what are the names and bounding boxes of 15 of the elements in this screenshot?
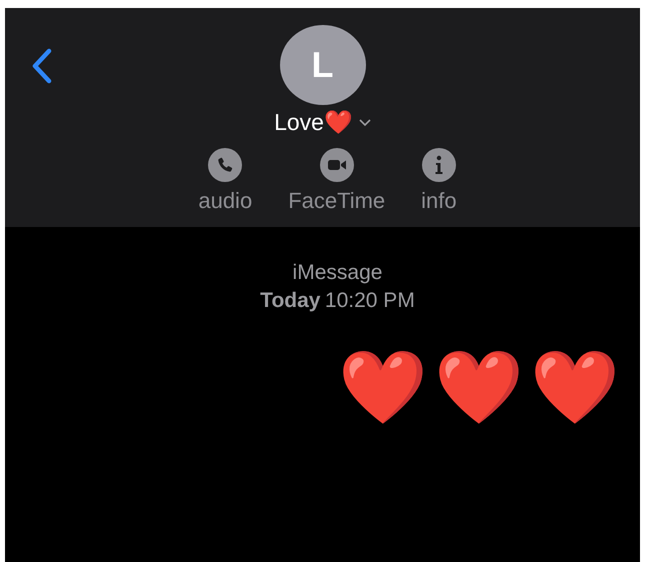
- contact-action-button[interactable]: audio: [198, 148, 252, 214]
- contact-action-button[interactable]: FaceTime: [288, 148, 386, 214]
- contact-name[interactable]: Love❤: [274, 109, 353, 136]
- date-label: Today: [260, 289, 320, 312]
- chevron-down-icon[interactable]: [358, 118, 371, 126]
- back-button[interactable]: [31, 48, 53, 84]
- info-icon: [434, 155, 444, 175]
- contact-avatar[interactable]: L: [280, 25, 366, 105]
- back-icon: [31, 48, 53, 84]
- emoji-message[interactable]: ❤❤❤: [338, 351, 626, 423]
- video-camera-icon: [326, 158, 347, 172]
- contact-action-button[interactable]: info: [421, 148, 457, 214]
- time-label: 10:20 PM: [324, 289, 415, 312]
- service-label: iMessage: [292, 261, 382, 285]
- phone-icon: [216, 156, 234, 174]
